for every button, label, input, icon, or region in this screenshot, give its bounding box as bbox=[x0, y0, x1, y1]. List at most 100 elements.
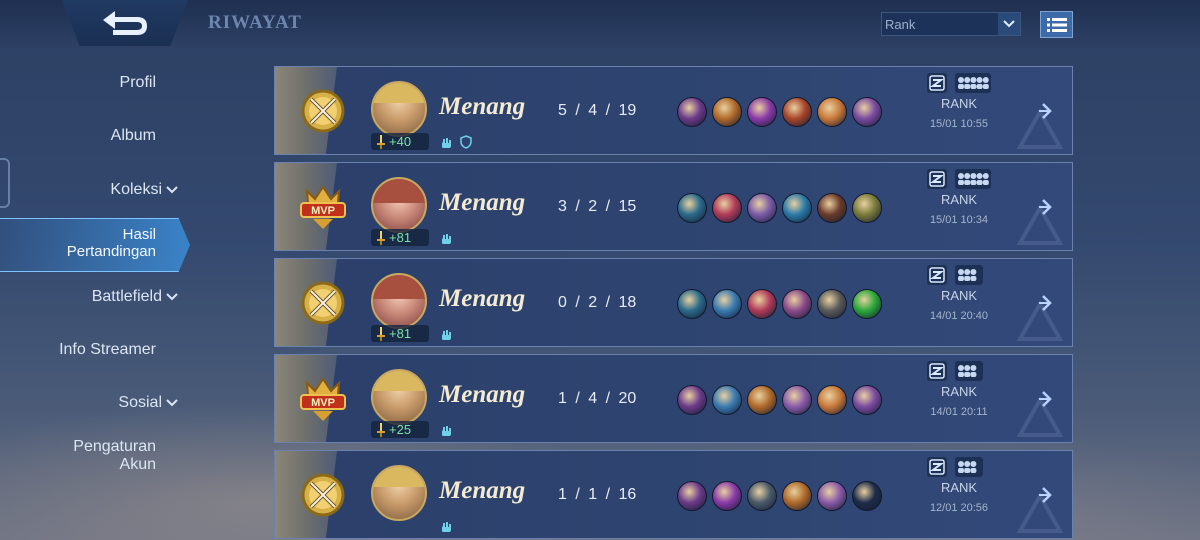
equipment-item-icon bbox=[852, 193, 882, 223]
sidebar-item-koleksi[interactable]: Koleksi bbox=[110, 181, 178, 199]
chevron-right-icon[interactable] bbox=[1037, 196, 1059, 218]
equipment-item-icon bbox=[817, 289, 847, 319]
back-button[interactable] bbox=[62, 0, 188, 46]
sidebar: Profil Album Koleksi Hasil Pertandingan … bbox=[0, 48, 200, 540]
mode-icons bbox=[927, 361, 983, 381]
match-row[interactable]: MVP +25 Menang 1 / 4 / 20 RANK 14/01 20:… bbox=[274, 354, 1073, 443]
hero-points-value: +25 bbox=[389, 422, 412, 437]
match-date: 15/01 10:34 bbox=[929, 214, 989, 226]
equipment-item-icon bbox=[852, 97, 882, 127]
match-date: 15/01 10:55 bbox=[929, 118, 989, 130]
chevron-right-icon[interactable] bbox=[1037, 292, 1059, 314]
mode-icons bbox=[927, 73, 991, 93]
match-result: Menang bbox=[439, 477, 526, 504]
equipment-list bbox=[677, 97, 882, 127]
equipment-item-icon bbox=[852, 289, 882, 319]
row-tag-icons bbox=[439, 135, 473, 149]
equipment-item-icon bbox=[852, 385, 882, 415]
sword-icon bbox=[377, 422, 385, 437]
sidebar-item-info-streamer[interactable]: Info Streamer bbox=[59, 341, 156, 359]
shield-icon bbox=[460, 135, 472, 149]
match-result: Menang bbox=[439, 381, 526, 408]
hand-icon bbox=[442, 330, 451, 340]
equipment-item-icon bbox=[747, 193, 777, 223]
hero-avatar bbox=[371, 81, 427, 137]
sidebar-item-profil[interactable]: Profil bbox=[120, 74, 156, 92]
match-date: 12/01 20:56 bbox=[929, 502, 989, 514]
equipment-item-icon bbox=[747, 97, 777, 127]
match-result: Menang bbox=[439, 285, 526, 312]
hero-points-badge: +81 bbox=[371, 229, 429, 246]
chevron-down-icon bbox=[166, 293, 178, 301]
match-row[interactable]: MVP +81 Menang 3 / 2 / 15 RANK 15/01 10:… bbox=[274, 162, 1073, 251]
hero-points-value: +81 bbox=[389, 326, 412, 341]
equipment-list bbox=[677, 385, 882, 415]
equipment-item-icon bbox=[747, 385, 777, 415]
equipment-item-icon bbox=[747, 481, 777, 511]
hand-icon bbox=[442, 522, 451, 532]
ranked-mode-icon bbox=[927, 73, 947, 93]
mode-icons bbox=[927, 457, 983, 477]
chevron-right-icon[interactable] bbox=[1037, 388, 1059, 410]
mode-icons bbox=[927, 169, 991, 189]
hero-points-value: +40 bbox=[389, 134, 412, 149]
equipment-item-icon bbox=[677, 385, 707, 415]
equipment-item-icon bbox=[782, 289, 812, 319]
row-tag-icons bbox=[439, 519, 453, 533]
sidebar-item-label: Profil bbox=[119, 74, 156, 91]
svg-text:MVP: MVP bbox=[311, 397, 335, 409]
equipment-item-icon bbox=[817, 385, 847, 415]
equipment-item-icon bbox=[782, 97, 812, 127]
equipment-item-icon bbox=[712, 385, 742, 415]
equipment-item-icon bbox=[677, 193, 707, 223]
match-mode: RANK bbox=[940, 192, 978, 207]
equipment-item-icon bbox=[677, 97, 707, 127]
match-row[interactable]: Menang 1 / 1 / 16 RANK 12/01 20:56 bbox=[274, 450, 1073, 539]
equipment-list bbox=[677, 193, 882, 223]
squad-icon bbox=[955, 457, 983, 477]
mode-filter-dropdown[interactable]: Rank bbox=[881, 12, 1021, 36]
sidebar-item-album[interactable]: Album bbox=[111, 127, 156, 145]
squad-icon bbox=[955, 169, 991, 189]
hero-points-badge: +25 bbox=[371, 421, 429, 438]
chevron-down-icon bbox=[166, 399, 178, 407]
back-arrow-icon bbox=[103, 11, 147, 35]
equipment-list bbox=[677, 289, 882, 319]
sword-icon bbox=[377, 326, 385, 341]
match-mode: RANK bbox=[940, 384, 978, 399]
gold-medal-icon bbox=[301, 89, 345, 133]
hero-avatar bbox=[371, 465, 427, 521]
page-title: RIWAYAT bbox=[208, 12, 302, 33]
match-result: Menang bbox=[439, 93, 526, 120]
match-mode: RANK bbox=[940, 480, 978, 495]
match-row[interactable]: +81 Menang 0 / 2 / 18 RANK 14/01 20:40 bbox=[274, 258, 1073, 347]
sidebar-item-label: Info Streamer bbox=[59, 341, 156, 358]
sidebar-item-pengaturan-akun[interactable]: Pengaturan Akun bbox=[73, 438, 156, 474]
list-view-button[interactable] bbox=[1040, 11, 1073, 38]
sidebar-item-sosial[interactable]: Sosial bbox=[118, 394, 178, 412]
equipment-item-icon bbox=[782, 385, 812, 415]
list-icon bbox=[1046, 17, 1067, 32]
row-tag-icons bbox=[439, 327, 453, 341]
equipment-item-icon bbox=[677, 289, 707, 319]
chevron-right-icon[interactable] bbox=[1037, 484, 1059, 506]
hero-avatar bbox=[371, 273, 427, 329]
sidebar-item-hasil-pertandingan[interactable]: Hasil Pertandingan bbox=[0, 218, 190, 272]
equipment-item-icon bbox=[712, 97, 742, 127]
equipment-item-icon bbox=[817, 481, 847, 511]
equipment-item-icon bbox=[677, 481, 707, 511]
chevron-right-icon[interactable] bbox=[1037, 100, 1059, 122]
match-row[interactable]: +40 Menang 5 / 4 / 19 RANK 15/01 10:55 bbox=[274, 66, 1073, 155]
equipment-item-icon bbox=[817, 97, 847, 127]
squad-icon bbox=[955, 265, 983, 285]
match-mode: RANK bbox=[940, 96, 978, 111]
hero-points-badge: +40 bbox=[371, 133, 429, 150]
kda-score: 3 / 2 / 15 bbox=[558, 198, 637, 215]
equipment-item-icon bbox=[852, 481, 882, 511]
ranked-mode-icon bbox=[927, 457, 947, 477]
mode-filter-value: Rank bbox=[885, 16, 916, 32]
svg-text:MVP: MVP bbox=[311, 205, 335, 217]
top-bar: RIWAYAT Rank bbox=[0, 0, 1200, 48]
sidebar-item-label: Koleksi bbox=[110, 181, 162, 198]
sidebar-item-battlefield[interactable]: Battlefield bbox=[92, 288, 178, 306]
